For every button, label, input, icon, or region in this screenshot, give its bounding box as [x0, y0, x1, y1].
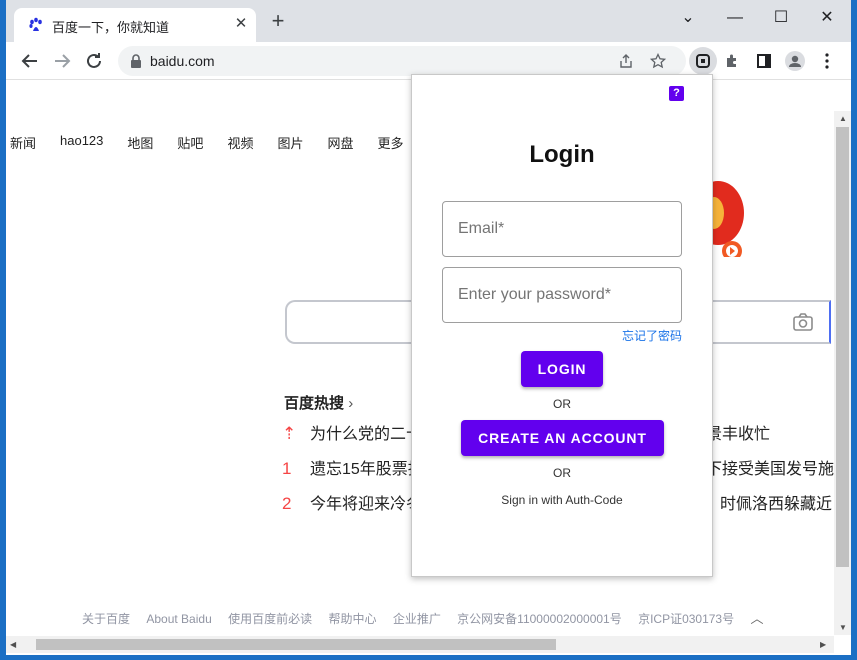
nav-link[interactable]: 视频 [227, 133, 253, 153]
side-panel-icon[interactable] [752, 49, 776, 73]
hot-search-item[interactable]: 1 遗忘15年股票找 [282, 455, 424, 479]
login-popup: ? Login 忘记了密码 LOGIN OR CREATE AN ACCOUNT… [411, 74, 713, 577]
horizontal-scroll-thumb[interactable] [36, 639, 556, 650]
nav-link[interactable]: 更多 [377, 133, 403, 153]
hot-search-item-tail[interactable]: 时佩洛西躲藏近 [720, 490, 832, 514]
extensions-puzzle-icon[interactable] [720, 49, 744, 73]
email-field[interactable] [443, 202, 681, 256]
lock-icon [131, 54, 141, 68]
tab-strip: 百度一下，你就知道 ✕ + ⌄ — ☐ ✕ [6, 0, 851, 42]
nav-link[interactable]: 贴吧 [177, 133, 203, 153]
close-tab-icon[interactable]: ✕ [232, 15, 250, 33]
camera-icon[interactable] [793, 313, 813, 331]
tab-baidu[interactable]: 百度一下，你就知道 ✕ [14, 8, 256, 42]
forgot-password-link[interactable]: 忘记了密码 [622, 327, 682, 344]
nav-link[interactable]: 网盘 [327, 133, 353, 153]
profile-avatar-icon[interactable] [783, 49, 807, 73]
more-menu-icon[interactable] [815, 49, 839, 73]
extension-active-icon[interactable] [689, 47, 717, 75]
hot-rank: 1 [282, 459, 292, 478]
nav-link[interactable]: 图片 [277, 133, 303, 153]
tab-title: 百度一下，你就知道 [52, 20, 170, 35]
baidu-footer: 关于百度 About Baidu 使用百度前必读 帮助中心 企业推广 京公网安备… [82, 608, 776, 627]
hot-search-title[interactable]: 百度热搜 › [284, 392, 353, 413]
nav-link[interactable]: hao123 [60, 133, 103, 153]
nav-link[interactable]: 新闻 [10, 133, 36, 153]
footer-link[interactable]: 企业推广 [393, 612, 441, 626]
baidu-paw-icon [29, 17, 42, 31]
reload-icon[interactable] [82, 49, 106, 73]
password-field-wrapper [442, 267, 682, 323]
footer-link[interactable]: About Baidu [146, 612, 211, 626]
footer-link[interactable]: 帮助中心 [328, 612, 376, 626]
or-separator: OR [553, 466, 571, 480]
hot-text: 遗忘15年股票找 [310, 461, 424, 478]
hot-search-item[interactable]: ⇡ 为什么党的二十 [282, 420, 422, 444]
email-field-wrapper [442, 201, 682, 257]
hot-text: 今年将迎来冷冬 [310, 496, 423, 513]
back-icon[interactable] [18, 49, 42, 73]
footer-link[interactable]: 关于百度 [82, 612, 130, 626]
tab-search-icon[interactable]: ⌄ [675, 5, 701, 31]
password-field[interactable] [443, 268, 681, 322]
footer-link[interactable]: 京公网安备11000002000001号 [457, 612, 622, 626]
hot-search-item[interactable]: 2 今年将迎来冷冬 [282, 490, 422, 514]
bookmark-star-icon[interactable] [650, 53, 666, 69]
hot-search-title-text: 百度热搜 [284, 395, 345, 412]
new-tab-button[interactable]: + [266, 10, 290, 34]
hot-search-item-tail[interactable]: 下接受美国发号施 [706, 455, 834, 479]
hot-search-item-tail[interactable]: 景丰收忙 [706, 420, 770, 444]
share-icon[interactable] [618, 53, 634, 69]
address-bar[interactable]: baidu.com [118, 46, 686, 76]
minimize-icon[interactable]: — [722, 5, 748, 31]
vertical-scrollbar[interactable]: ▲ ▼ [834, 111, 851, 635]
baidu-nav: 新闻 hao123 地图 贴吧 视频 图片 网盘 更多 [10, 133, 428, 153]
hot-rank: ⇡ [282, 424, 297, 443]
scroll-left-arrow-icon[interactable]: ◀ [10, 640, 16, 649]
footer-link[interactable]: 京ICP证030173号 [638, 612, 734, 626]
close-window-icon[interactable]: ✕ [814, 5, 840, 31]
maximize-icon[interactable]: ☐ [768, 5, 794, 31]
login-title: Login [529, 141, 595, 168]
chevron-right-icon: › [348, 395, 354, 412]
create-account-button[interactable]: CREATE AN ACCOUNT [461, 420, 664, 456]
forward-icon[interactable] [50, 49, 74, 73]
login-button[interactable]: LOGIN [521, 351, 603, 387]
horizontal-scrollbar[interactable]: ◀ ▶ [6, 636, 834, 653]
auth-code-link[interactable]: Sign in with Auth-Code [412, 493, 712, 507]
browser-window: 百度一下，你就知道 ✕ + ⌄ — ☐ ✕ baidu.com 新闻 hao12… [6, 0, 851, 655]
footer-link[interactable]: 使用百度前必读 [228, 612, 312, 626]
nav-link[interactable]: 地图 [127, 133, 153, 153]
chevron-up-icon[interactable]: ︿ [750, 611, 763, 626]
hot-text: 为什么党的二十 [310, 426, 423, 443]
help-icon[interactable]: ? [669, 86, 684, 101]
hot-rank: 2 [282, 494, 292, 513]
scroll-up-arrow-icon[interactable]: ▲ [839, 114, 847, 123]
scroll-down-arrow-icon[interactable]: ▼ [839, 623, 847, 632]
vertical-scroll-thumb[interactable] [836, 127, 849, 567]
scroll-right-arrow-icon[interactable]: ▶ [820, 640, 826, 649]
or-separator: OR [553, 397, 571, 411]
url-text: baidu.com [150, 53, 215, 69]
